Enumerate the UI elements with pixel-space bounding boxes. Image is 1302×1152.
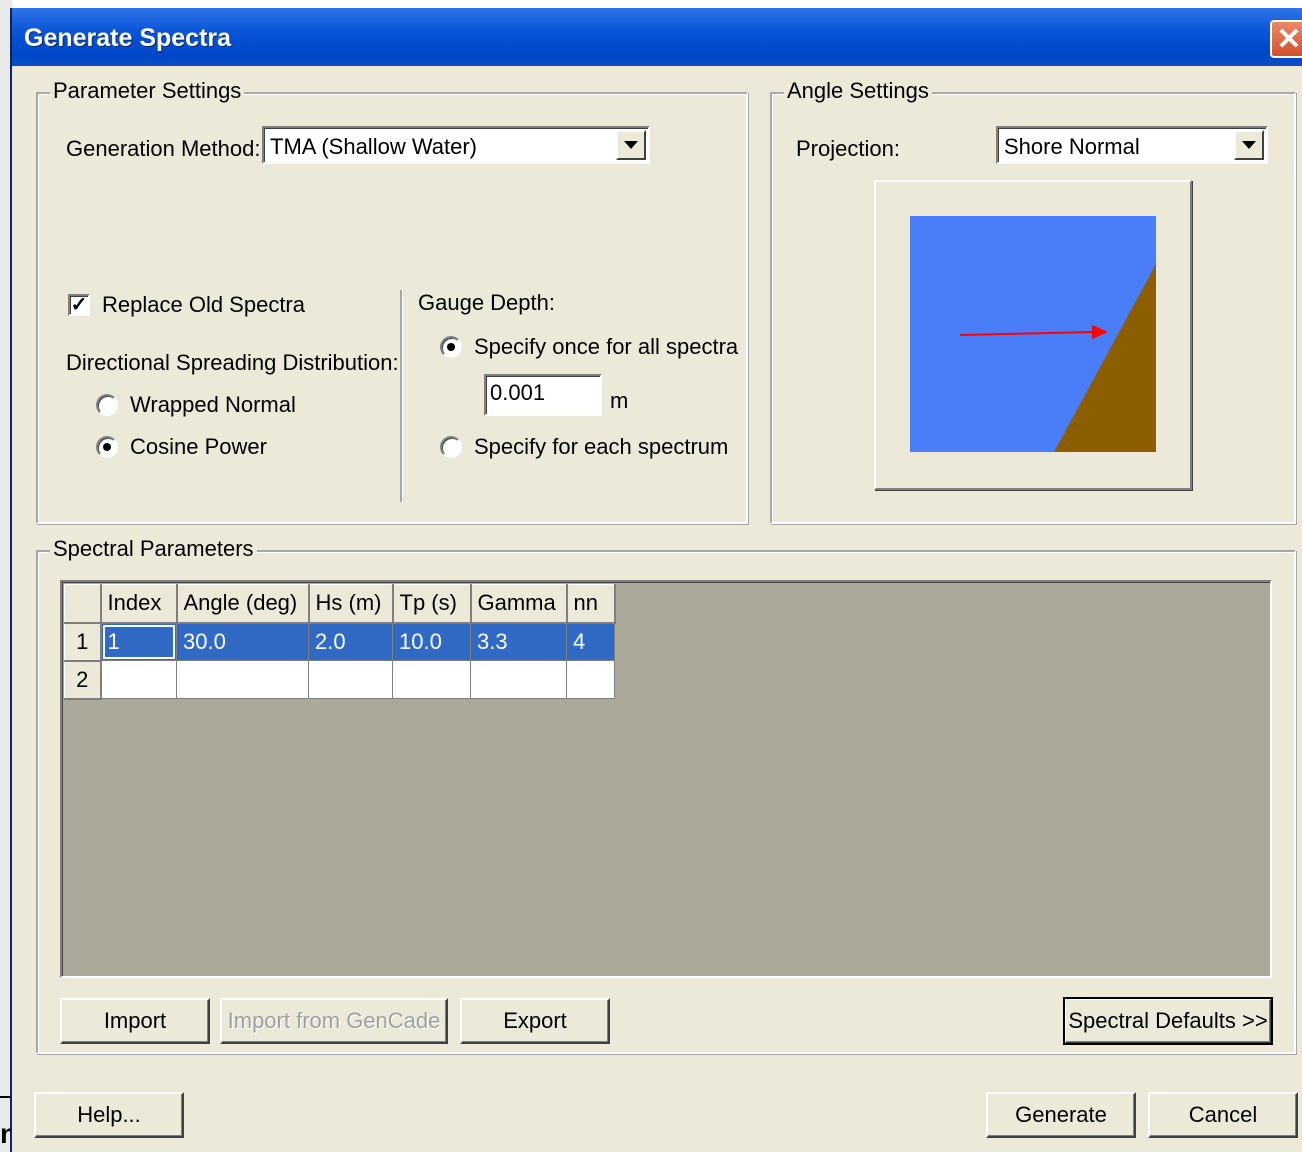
corner-header-cell[interactable] bbox=[64, 584, 102, 624]
chevron-down-icon bbox=[624, 141, 638, 149]
table-row[interactable]: 2 bbox=[64, 660, 615, 700]
generation-method-value: TMA (Shallow Water) bbox=[270, 134, 478, 159]
column-header-hs[interactable]: Hs (m) bbox=[308, 584, 394, 624]
gauge-depth-label: Gauge Depth: bbox=[418, 290, 555, 315]
gauge-depth-unit: m bbox=[610, 388, 629, 413]
projection-dropdown-button[interactable] bbox=[1234, 130, 1264, 160]
spectral-parameters-group: Spectral Parameters Index Angle (deg) Hs… bbox=[36, 536, 1296, 1054]
replace-old-spectra-label[interactable]: Replace Old Spectra bbox=[102, 292, 305, 318]
parameter-settings-group: Parameter Settings Generation Method: TM… bbox=[36, 78, 748, 524]
specify-each-radio[interactable] bbox=[440, 436, 462, 458]
table-cell[interactable]: 30.0 bbox=[176, 622, 309, 661]
wrapped-normal-label[interactable]: Wrapped Normal bbox=[130, 392, 296, 418]
import-from-gencade-button[interactable]: Import from GenCade bbox=[220, 998, 448, 1044]
table-cell[interactable]: 4 bbox=[566, 622, 615, 661]
projection-select[interactable]: Shore Normal bbox=[996, 126, 1268, 164]
title-bar[interactable]: Generate Spectra ✕ bbox=[12, 8, 1302, 66]
cosine-power-label[interactable]: Cosine Power bbox=[130, 434, 267, 460]
window-title: Generate Spectra bbox=[24, 24, 232, 52]
spectral-defaults-button[interactable]: Spectral Defaults >> bbox=[1063, 997, 1273, 1045]
specify-each-label[interactable]: Specify for each spectrum bbox=[474, 434, 728, 460]
close-button[interactable]: ✕ bbox=[1270, 20, 1302, 58]
table-cell[interactable] bbox=[176, 660, 309, 699]
table-cell[interactable]: 1 bbox=[100, 622, 177, 661]
import-button[interactable]: Import bbox=[60, 998, 210, 1044]
column-header-gamma[interactable]: Gamma bbox=[470, 584, 568, 624]
angle-preview-frame bbox=[874, 180, 1192, 490]
table-cell[interactable] bbox=[100, 660, 177, 699]
table-row[interactable]: 1 1 30.0 2.0 10.0 3.3 4 bbox=[64, 622, 615, 662]
wrapped-normal-radio[interactable] bbox=[96, 394, 118, 416]
column-header-tp[interactable]: Tp (s) bbox=[392, 584, 472, 624]
column-header-index[interactable]: Index bbox=[100, 584, 178, 624]
generate-button[interactable]: Generate bbox=[986, 1092, 1136, 1138]
table-cell[interactable]: 2.0 bbox=[308, 622, 393, 661]
spectral-parameters-label: Spectral Parameters bbox=[50, 536, 257, 562]
chevron-down-icon bbox=[1242, 141, 1256, 149]
directional-spreading-label: Directional Spreading Distribution: bbox=[66, 350, 399, 375]
specify-once-radio[interactable] bbox=[440, 336, 462, 358]
parameter-settings-label: Parameter Settings bbox=[50, 78, 245, 104]
table-header-row: Index Angle (deg) Hs (m) Tp (s) Gamma nn bbox=[64, 584, 616, 624]
table-cell[interactable] bbox=[470, 660, 567, 699]
export-button[interactable]: Export bbox=[460, 998, 610, 1044]
table-cell[interactable]: 3.3 bbox=[470, 622, 567, 661]
vertical-separator bbox=[400, 290, 403, 502]
cancel-button[interactable]: Cancel bbox=[1148, 1092, 1298, 1138]
generate-spectra-dialog: Generate Spectra ✕ Parameter Settings Ge… bbox=[10, 8, 1302, 1152]
table-cell[interactable] bbox=[566, 660, 615, 699]
generation-method-label: Generation Method: bbox=[66, 136, 261, 161]
table-cell[interactable] bbox=[392, 660, 471, 699]
table-cell[interactable] bbox=[308, 660, 393, 699]
replace-old-spectra-checkbox[interactable]: ✓ bbox=[68, 294, 90, 316]
projection-label: Projection: bbox=[796, 136, 900, 161]
column-header-angle[interactable]: Angle (deg) bbox=[176, 584, 310, 624]
checkmark-icon: ✓ bbox=[70, 294, 88, 316]
row-header[interactable]: 2 bbox=[64, 660, 102, 700]
column-header-nn[interactable]: nn bbox=[566, 584, 616, 624]
row-header[interactable]: 1 bbox=[64, 622, 102, 662]
angle-settings-group: Angle Settings Projection: Shore Normal bbox=[770, 78, 1296, 524]
angle-settings-label: Angle Settings bbox=[784, 78, 932, 104]
generation-method-select[interactable]: TMA (Shallow Water) bbox=[262, 126, 650, 164]
cosine-power-radio[interactable] bbox=[96, 436, 118, 458]
table-cell[interactable]: 10.0 bbox=[392, 622, 471, 661]
specify-once-label[interactable]: Specify once for all spectra bbox=[474, 334, 738, 360]
spectral-parameters-grid[interactable]: Index Angle (deg) Hs (m) Tp (s) Gamma nn… bbox=[60, 580, 1272, 978]
angle-preview-diagram bbox=[910, 216, 1156, 452]
gauge-depth-input[interactable]: 0.001 bbox=[484, 374, 602, 416]
close-icon: ✕ bbox=[1276, 22, 1302, 56]
generation-method-dropdown-button[interactable] bbox=[616, 130, 646, 160]
help-button[interactable]: Help... bbox=[34, 1092, 184, 1138]
spectral-table: Index Angle (deg) Hs (m) Tp (s) Gamma nn… bbox=[64, 584, 616, 700]
projection-value: Shore Normal bbox=[1004, 134, 1140, 159]
